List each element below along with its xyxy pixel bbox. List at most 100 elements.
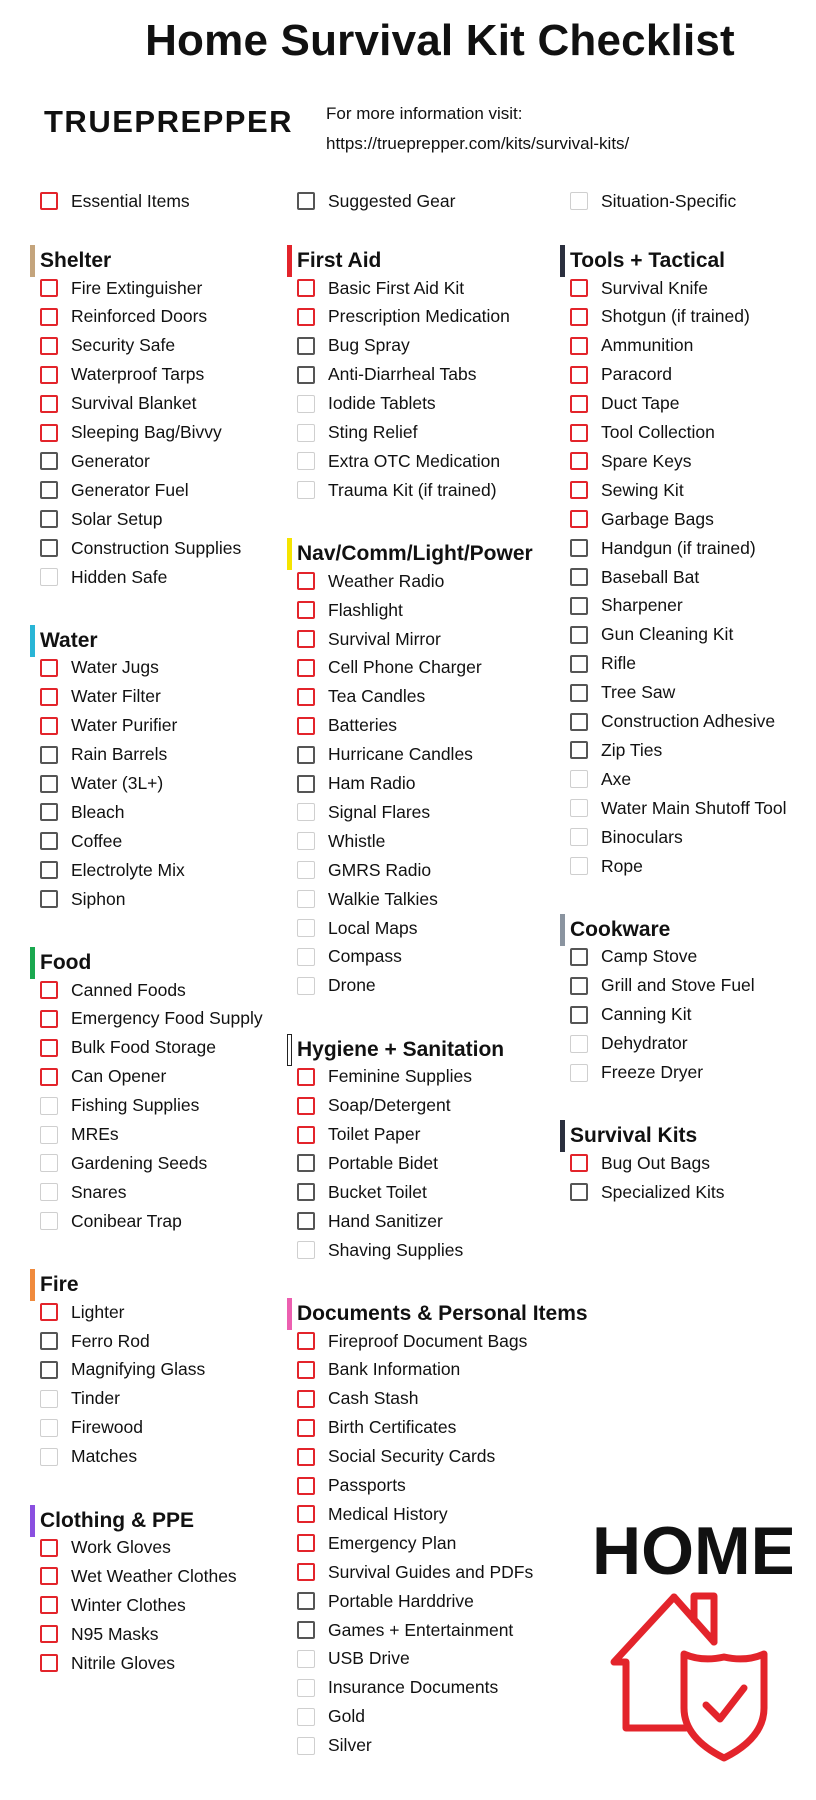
checklist-item-duct-tape[interactable]: Duct Tape (570, 391, 679, 417)
checkbox[interactable] (570, 279, 588, 297)
checkbox[interactable] (570, 596, 588, 615)
checkbox[interactable] (40, 1389, 58, 1408)
checklist-item-drone[interactable]: Drone (297, 973, 376, 999)
checklist-item-rain-barrels[interactable]: Rain Barrels (40, 742, 167, 768)
checkbox[interactable] (570, 828, 588, 847)
checkbox[interactable] (40, 1067, 58, 1086)
checklist-item-garbage-bags[interactable]: Garbage Bags (570, 506, 714, 532)
checklist-item-portable-harddrive[interactable]: Portable Harddrive (297, 1588, 474, 1614)
checklist-item-binoculars[interactable]: Binoculars (570, 824, 683, 850)
checklist-item-basic-first-aid-kit[interactable]: Basic First Aid Kit (297, 275, 464, 301)
checklist-item-water-filter[interactable]: Water Filter (40, 684, 161, 710)
checkbox[interactable] (40, 452, 58, 471)
checkbox[interactable] (297, 365, 315, 384)
checklist-item-compass[interactable]: Compass (297, 944, 402, 970)
checkbox[interactable] (570, 307, 588, 326)
checkbox[interactable] (40, 861, 58, 880)
checklist-item-silver[interactable]: Silver (297, 1733, 372, 1759)
checklist-item-gmrs-radio[interactable]: GMRS Radio (297, 857, 431, 883)
checkbox[interactable] (40, 716, 58, 735)
checkbox[interactable] (297, 745, 315, 764)
checklist-item-winter-clothes[interactable]: Winter Clothes (40, 1592, 186, 1618)
checklist-item-freeze-dryer[interactable]: Freeze Dryer (570, 1060, 703, 1086)
checklist-item-work-gloves[interactable]: Work Gloves (40, 1535, 171, 1561)
checklist-item-zip-ties[interactable]: Zip Ties (570, 737, 662, 763)
checkbox[interactable] (570, 947, 588, 966)
checkbox[interactable] (570, 683, 588, 702)
checkbox[interactable] (40, 510, 58, 529)
checkbox[interactable] (40, 658, 58, 677)
checkbox[interactable] (297, 1563, 315, 1582)
checkbox[interactable] (40, 1183, 58, 1202)
checklist-item-baseball-bat[interactable]: Baseball Bat (570, 564, 699, 590)
checklist-item-solar-setup[interactable]: Solar Setup (40, 506, 162, 532)
checklist-item-snares[interactable]: Snares (40, 1179, 126, 1205)
checkbox[interactable] (297, 1389, 315, 1408)
checklist-item-bug-spray[interactable]: Bug Spray (297, 333, 410, 359)
checkbox[interactable] (570, 365, 588, 384)
checkbox[interactable] (40, 1625, 58, 1644)
checklist-item-local-maps[interactable]: Local Maps (297, 915, 418, 941)
checkbox[interactable] (570, 568, 588, 586)
checklist-item-prescription-medication[interactable]: Prescription Medication (297, 304, 510, 330)
checklist-item-cash-stash[interactable]: Cash Stash (297, 1386, 418, 1412)
checkbox[interactable] (297, 1418, 315, 1437)
checklist-item-medical-history[interactable]: Medical History (297, 1501, 448, 1527)
checkbox[interactable] (40, 1212, 58, 1231)
checklist-item-water-jugs[interactable]: Water Jugs (40, 655, 159, 681)
checklist-item-iodide-tablets[interactable]: Iodide Tablets (297, 391, 436, 417)
checklist-item-construction-adhesive[interactable]: Construction Adhesive (570, 709, 775, 735)
checkbox[interactable] (570, 1034, 588, 1053)
checkbox[interactable] (297, 919, 315, 937)
checkbox[interactable] (40, 365, 58, 384)
checklist-item-walkie-talkies[interactable]: Walkie Talkies (297, 886, 438, 912)
checklist-item-emergency-food-supply[interactable]: Emergency Food Supply (40, 1006, 263, 1032)
checklist-item-magnifying-glass[interactable]: Magnifying Glass (40, 1357, 205, 1383)
checkbox[interactable] (297, 1505, 315, 1524)
checklist-item-birth-certificates[interactable]: Birth Certificates (297, 1415, 456, 1441)
checkbox[interactable] (570, 336, 588, 355)
checklist-item-lighter[interactable]: Lighter (40, 1299, 125, 1325)
checklist-item-water-purifier[interactable]: Water Purifier (40, 713, 177, 739)
checkbox[interactable] (40, 774, 58, 793)
checklist-item-toilet-paper[interactable]: Toilet Paper (297, 1122, 420, 1148)
checklist-item-tree-saw[interactable]: Tree Saw (570, 680, 675, 706)
checkbox[interactable] (40, 1096, 58, 1115)
checkbox[interactable] (297, 1125, 315, 1144)
checklist-item-hand-sanitizer[interactable]: Hand Sanitizer (297, 1208, 443, 1234)
checklist-item-canned-foods[interactable]: Canned Foods (40, 977, 186, 1003)
checkbox[interactable] (40, 481, 58, 500)
checklist-item-batteries[interactable]: Batteries (297, 713, 397, 739)
checkbox[interactable] (297, 307, 315, 326)
checklist-item-ferro-rod[interactable]: Ferro Rod (40, 1328, 150, 1354)
checkbox[interactable] (40, 803, 58, 822)
checklist-item-mres[interactable]: MREs (40, 1122, 119, 1148)
checkbox[interactable] (297, 1534, 315, 1553)
checklist-item-gold[interactable]: Gold (297, 1704, 365, 1730)
checklist-item-wet-weather-clothes[interactable]: Wet Weather Clothes (40, 1563, 237, 1589)
checklist-item-rifle[interactable]: Rifle (570, 651, 636, 677)
checkbox[interactable] (297, 1476, 315, 1495)
checkbox[interactable] (297, 861, 315, 880)
checklist-item-handgun-if-trained[interactable]: Handgun (if trained) (570, 535, 756, 561)
checkbox[interactable] (40, 279, 58, 297)
checklist-item-sharpener[interactable]: Sharpener (570, 593, 683, 619)
checklist-item-bucket-toilet[interactable]: Bucket Toilet (297, 1179, 427, 1205)
checklist-item-passports[interactable]: Passports (297, 1473, 406, 1499)
checkbox[interactable] (570, 625, 588, 644)
checklist-item-fire-extinguisher[interactable]: Fire Extinguisher (40, 275, 202, 301)
checklist-item-construction-supplies[interactable]: Construction Supplies (40, 535, 241, 561)
checkbox[interactable] (297, 452, 315, 471)
checkbox[interactable] (297, 1649, 315, 1668)
checklist-item-sting-relief[interactable]: Sting Relief (297, 420, 418, 446)
checkbox[interactable] (40, 1567, 58, 1586)
checkbox[interactable] (297, 658, 315, 677)
checkbox[interactable] (297, 803, 315, 822)
checklist-item-gardening-seeds[interactable]: Gardening Seeds (40, 1150, 207, 1176)
checklist-item-axe[interactable]: Axe (570, 766, 631, 792)
checkbox[interactable] (297, 976, 315, 995)
checkbox[interactable] (297, 716, 315, 735)
checklist-item-generator[interactable]: Generator (40, 448, 150, 474)
checkbox[interactable] (40, 1303, 58, 1322)
checkbox[interactable] (297, 423, 315, 442)
